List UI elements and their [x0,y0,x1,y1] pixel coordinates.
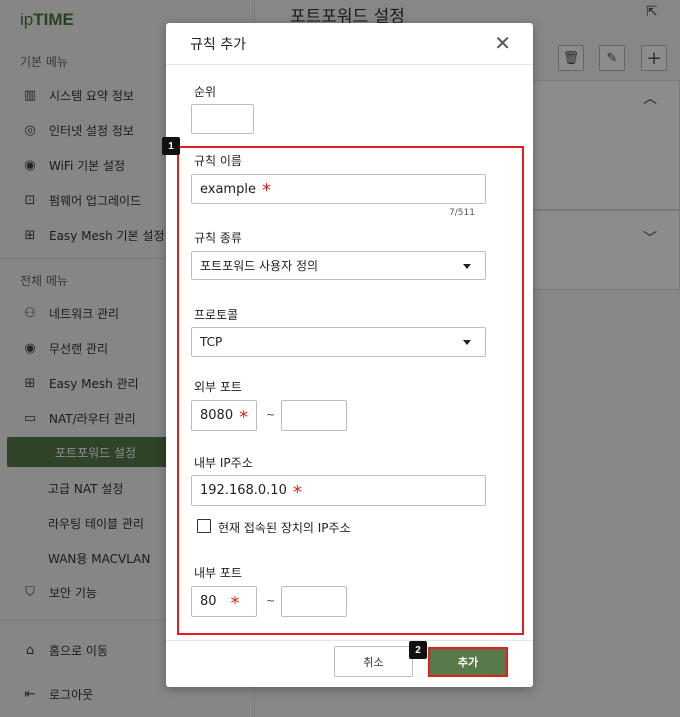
rule-type-label: 규칙 종류 [194,231,242,245]
rule-name-input[interactable]: example * [191,174,486,204]
dialog-title: 규칙 추가 [190,37,246,53]
internal-port-label: 내부 포트 [194,566,242,580]
internal-ip-label: 내부 IP주소 [194,456,253,470]
internal-ip-value: 192.168.0.10 [200,483,287,498]
range-separator: ~ [266,408,276,421]
required-mark: * [239,406,249,428]
external-port-start-input[interactable]: 8080 * [191,400,257,431]
external-port-end-input[interactable] [281,400,347,431]
dropdown-arrow-icon [463,340,471,345]
protocol-value: TCP [200,335,223,349]
order-label: 순위 [194,85,217,99]
required-mark: * [230,592,240,614]
internal-port-start-value: 80 [200,594,217,609]
char-counter: 7/511 [449,208,475,218]
external-port-start-value: 8080 [200,408,234,423]
cancel-button[interactable]: 취소 [334,646,413,677]
internal-port-start-input[interactable]: 80 * [191,586,257,617]
protocol-select[interactable]: TCP [191,327,486,357]
required-mark: * [261,180,271,201]
add-button[interactable]: 추가 [428,647,508,677]
order-input[interactable] [191,104,254,134]
range-separator: ~ [266,594,276,607]
close-icon[interactable]: ✕ [494,31,511,55]
internal-ip-input[interactable]: 192.168.0.10 * [191,475,486,506]
divider [166,640,533,641]
dropdown-arrow-icon [463,263,471,269]
internal-port-end-input[interactable] [281,586,347,617]
external-port-label: 외부 포트 [194,380,242,394]
rule-name-label: 규칙 이름 [194,154,242,168]
current-ip-checkbox-label[interactable]: 현재 접속된 장치의 IP주소 [218,519,351,536]
current-ip-checkbox[interactable] [197,519,211,533]
protocol-label: 프로토콜 [194,308,239,322]
rule-name-value: example [200,181,256,197]
divider [166,64,533,65]
add-rule-dialog: 규칙 추가 ✕ 순위 규칙 이름 example * 7/511 규칙 종류 포… [162,23,533,687]
required-mark: * [292,481,302,503]
annotation-badge-1: 1 [162,137,180,155]
rule-type-select[interactable]: 포트포워드 사용자 정의 [191,251,486,280]
rule-type-value: 포트포워드 사용자 정의 [200,259,319,273]
annotation-badge-2: 2 [409,641,427,659]
